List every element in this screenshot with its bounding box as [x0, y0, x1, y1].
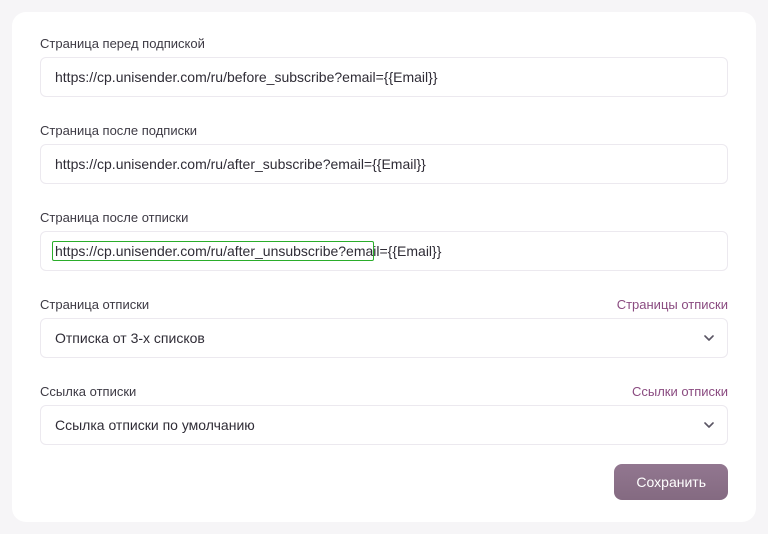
input-after-subscribe[interactable]: [40, 144, 728, 184]
field-unsubscribe-link: Ссылка отписки Ссылки отписки Ссылка отп…: [40, 384, 728, 445]
help-link-unsubscribe-page[interactable]: Страницы отписки: [617, 297, 728, 312]
label-unsubscribe-page: Страница отписки: [40, 297, 149, 312]
select-wrap-unsubscribe-link: Ссылка отписки по умолчанию: [40, 405, 728, 445]
help-link-unsubscribe-link[interactable]: Ссылки отписки: [632, 384, 728, 399]
label-unsubscribe-link: Ссылка отписки: [40, 384, 136, 399]
select-wrap-unsubscribe-page: Отписка от 3-х списков: [40, 318, 728, 358]
field-after-subscribe: Страница после подписки: [40, 123, 728, 184]
label-row: Страница после отписки: [40, 210, 728, 225]
settings-card: Страница перед подпиской Страница после …: [12, 12, 756, 522]
field-after-unsubscribe: Страница после отписки: [40, 210, 728, 271]
label-before-subscribe: Страница перед подпиской: [40, 36, 205, 51]
label-row: Страница отписки Страницы отписки: [40, 297, 728, 312]
select-unsubscribe-page[interactable]: Отписка от 3-х списков: [40, 318, 728, 358]
label-row: Страница после подписки: [40, 123, 728, 138]
label-after-subscribe: Страница после подписки: [40, 123, 197, 138]
footer-row: Сохранить: [614, 464, 728, 500]
field-before-subscribe: Страница перед подпиской: [40, 36, 728, 97]
select-unsubscribe-link[interactable]: Ссылка отписки по умолчанию: [40, 405, 728, 445]
input-wrap-after-unsubscribe: [40, 231, 728, 271]
field-unsubscribe-page: Страница отписки Страницы отписки Отписк…: [40, 297, 728, 358]
input-before-subscribe[interactable]: [40, 57, 728, 97]
input-after-unsubscribe[interactable]: [40, 231, 728, 271]
label-row: Ссылка отписки Ссылки отписки: [40, 384, 728, 399]
save-button[interactable]: Сохранить: [614, 464, 728, 500]
label-row: Страница перед подпиской: [40, 36, 728, 51]
label-after-unsubscribe: Страница после отписки: [40, 210, 188, 225]
